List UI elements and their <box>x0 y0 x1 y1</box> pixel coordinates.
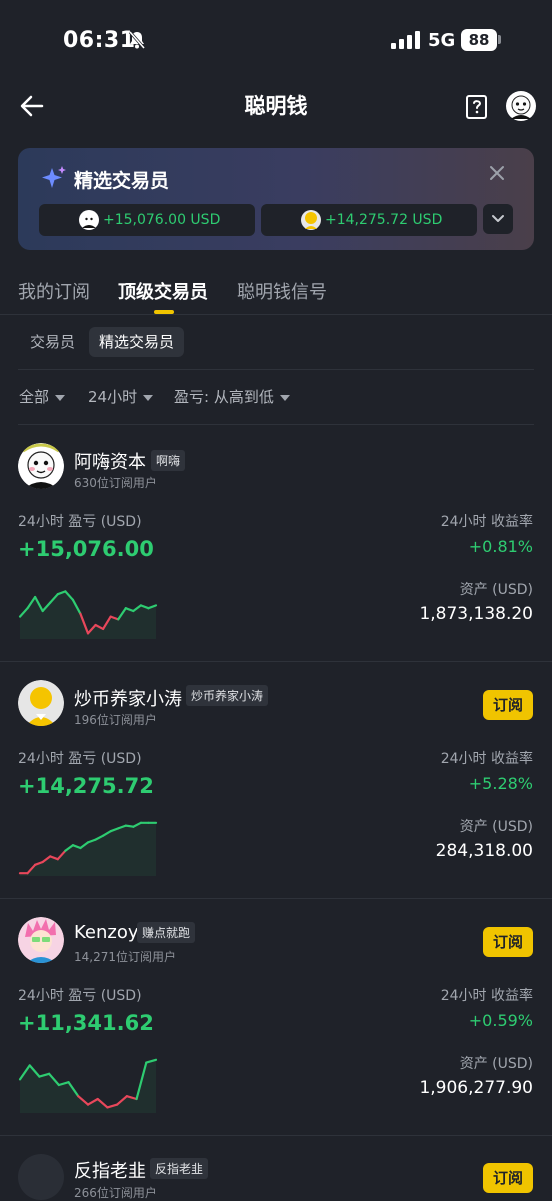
bell-muted-icon <box>128 31 146 49</box>
assets-value: 284,318.00 <box>435 841 533 861</box>
caret-down-icon <box>279 394 290 401</box>
pnl-sparkline <box>18 1058 158 1113</box>
trader-avatar-icon <box>18 443 64 489</box>
caret-down-icon <box>143 394 154 401</box>
roi-value: +0.81% <box>468 537 533 556</box>
status-time: 06:31 <box>63 28 136 53</box>
filter-label: 24小时 <box>88 388 138 406</box>
trader-card[interactable]: 阿嗨资本 啊嗨 630位订阅用户 24小时 盈亏 (USD) 24小时 收益率 … <box>0 424 552 661</box>
featured-traders-banner[interactable]: 精选交易员 +15,076.00 USD +14,275.72 USD <box>18 148 534 250</box>
sparkline-segment <box>124 824 135 828</box>
divider <box>18 369 534 370</box>
pnl-sparkline <box>18 821 158 876</box>
trader-card[interactable]: 反指老韭 反指老韭 266位订阅用户 订阅 <box>0 1135 552 1200</box>
pnl-label: 24小时 盈亏 (USD) <box>18 988 142 1004</box>
assets-value: 1,873,138.20 <box>419 604 533 624</box>
subtab-traders[interactable]: 交易员 <box>20 327 85 357</box>
trader-avatar-icon <box>18 680 64 726</box>
trader-card[interactable]: 炒币养家小涛 炒币养家小涛 196位订阅用户 订阅 24小时 盈亏 (USD) … <box>0 661 552 898</box>
filter-label: 全部 <box>19 388 50 406</box>
roi-label: 24小时 收益率 <box>440 751 533 767</box>
banner-expand-button[interactable] <box>483 204 513 234</box>
trader-card[interactable]: Kenzoy 赚点就跑 14,271位订阅用户 订阅 24小时 盈亏 (USD)… <box>0 898 552 1135</box>
tab-top-traders[interactable]: 顶级交易员 <box>118 278 208 304</box>
filter-sort[interactable]: 盈亏: 从高到低 <box>174 386 290 407</box>
roi-value: +0.59% <box>468 1011 533 1030</box>
sparkline-area <box>20 822 156 876</box>
banner-chip[interactable]: +14,275.72 USD <box>261 204 477 236</box>
network-type: 5G <box>428 30 456 51</box>
assets-label: 资产 (USD) <box>459 819 533 835</box>
chip-value: +14,275.72 USD <box>325 212 443 228</box>
trader-avatar-icon <box>18 917 64 963</box>
trader-name: 反指老韭 <box>74 1161 146 1182</box>
subscribe-button[interactable]: 订阅 <box>483 690 533 720</box>
subscribe-button[interactable]: 订阅 <box>483 927 533 957</box>
roi-value: +5.28% <box>468 774 533 793</box>
battery-tip <box>498 35 501 44</box>
divider <box>0 314 552 315</box>
assets-label: 资产 (USD) <box>459 1056 533 1072</box>
pnl-label: 24小时 盈亏 (USD) <box>18 514 142 530</box>
help-book-icon[interactable] <box>465 94 489 120</box>
subscribe-button[interactable]: 订阅 <box>483 1163 533 1193</box>
trader-name: Kenzoy <box>74 922 139 943</box>
banner-title: 精选交易员 <box>74 170 170 192</box>
status-bar: 06:31 5G 88 <box>0 0 552 80</box>
filter-all[interactable]: 全部 <box>19 386 66 407</box>
assets-value: 1,906,277.90 <box>419 1078 533 1098</box>
roi-label: 24小时 收益率 <box>440 514 533 530</box>
trader-name: 炒币养家小涛 <box>74 689 182 710</box>
caret-down-icon <box>55 394 66 401</box>
pnl-label: 24小时 盈亏 (USD) <box>18 751 142 767</box>
subtab-featured-traders[interactable]: 精选交易员 <box>89 327 185 357</box>
tab-smart-money-signals[interactable]: 聪明钱信号 <box>237 278 327 304</box>
sparkle-icon <box>42 166 66 188</box>
trader-avatar-icon <box>301 210 321 230</box>
trader-tag: 啊嗨 <box>151 450 186 471</box>
chip-value: +15,076.00 USD <box>103 212 221 228</box>
subscriber-count: 196位订阅用户 <box>74 713 157 727</box>
subscriber-count: 266位订阅用户 <box>74 1186 157 1200</box>
pnl-value: +15,076.00 <box>18 537 154 561</box>
banner-chip[interactable]: +15,076.00 USD <box>39 204 255 236</box>
trader-name: 阿嗨资本 <box>74 452 146 473</box>
trader-avatar-icon <box>18 1154 64 1200</box>
roi-label: 24小时 收益率 <box>440 988 533 1004</box>
subscriber-count: 14,271位订阅用户 <box>74 950 176 964</box>
pnl-value: +11,341.62 <box>18 1011 154 1035</box>
signal-icon <box>391 31 420 49</box>
filter-period[interactable]: 24小时 <box>88 386 154 407</box>
tab-subscriptions[interactable]: 我的订阅 <box>18 278 90 304</box>
pnl-sparkline <box>18 590 158 639</box>
close-icon[interactable] <box>488 164 506 182</box>
trader-tag: 反指老韭 <box>150 1158 209 1179</box>
trader-tag: 赚点就跑 <box>137 922 196 943</box>
trader-avatar-icon <box>79 210 99 230</box>
assets-label: 资产 (USD) <box>459 582 533 598</box>
battery-level: 88 <box>461 29 497 51</box>
trader-tag: 炒币养家小涛 <box>186 685 269 706</box>
filter-label: 盈亏: 从高到低 <box>174 388 274 406</box>
user-avatar-icon[interactable] <box>506 91 536 121</box>
subscriber-count: 630位订阅用户 <box>74 476 157 490</box>
pnl-value: +14,275.72 <box>18 774 154 798</box>
chevron-down-icon <box>492 215 504 222</box>
